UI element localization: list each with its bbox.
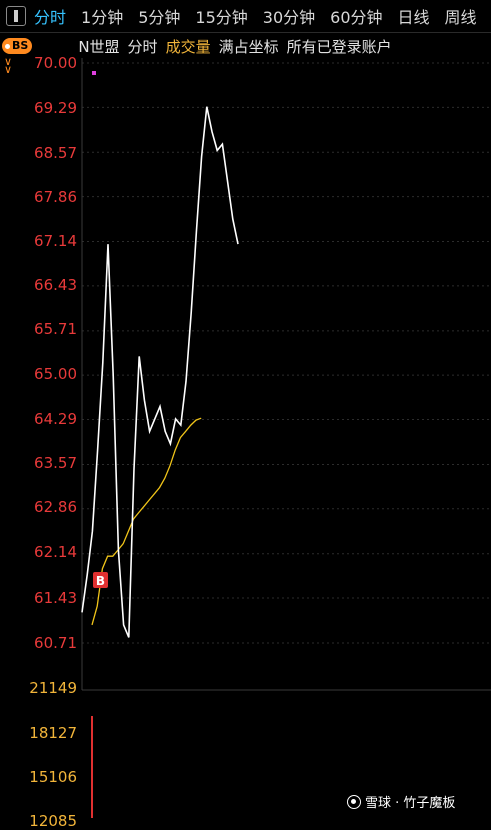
price-line (81, 106, 239, 638)
price-tick-label: 62.86 (34, 498, 77, 516)
chart-grid (82, 62, 491, 644)
average-price-line (91, 417, 202, 626)
top-marker-square (92, 71, 96, 75)
price-tick-label: 65.71 (34, 320, 77, 338)
price-tick-label: 70.00 (34, 54, 77, 72)
price-tick-label: 62.14 (34, 543, 77, 561)
snowball-logo-icon (347, 794, 361, 809)
price-tick-label: 68.57 (34, 144, 77, 162)
volume-tick-label: 21149 (29, 679, 77, 697)
price-tick-label: 60.71 (34, 634, 77, 652)
price-tick-label: 61.43 (34, 589, 77, 607)
buy-marker[interactable]: B (93, 572, 108, 588)
watermark-text: 雪球 · 竹子魔板 (365, 796, 456, 811)
price-tick-label: 65.00 (34, 365, 77, 383)
price-tick-label: 66.43 (34, 276, 77, 294)
buy-marker-label: B (96, 574, 105, 588)
watermark: 雪球 · 竹子魔板 (347, 792, 455, 811)
price-tick-label: 64.29 (34, 410, 77, 428)
price-tick-label: 67.86 (34, 188, 77, 206)
price-tick-label: 69.29 (34, 99, 77, 117)
volume-tick-label: 12085 (29, 812, 77, 830)
price-tick-label: 63.57 (34, 454, 77, 472)
price-tick-label: 67.14 (34, 232, 77, 250)
volume-tick-label: 15106 (29, 768, 77, 786)
volume-tick-label: 18127 (29, 724, 77, 742)
